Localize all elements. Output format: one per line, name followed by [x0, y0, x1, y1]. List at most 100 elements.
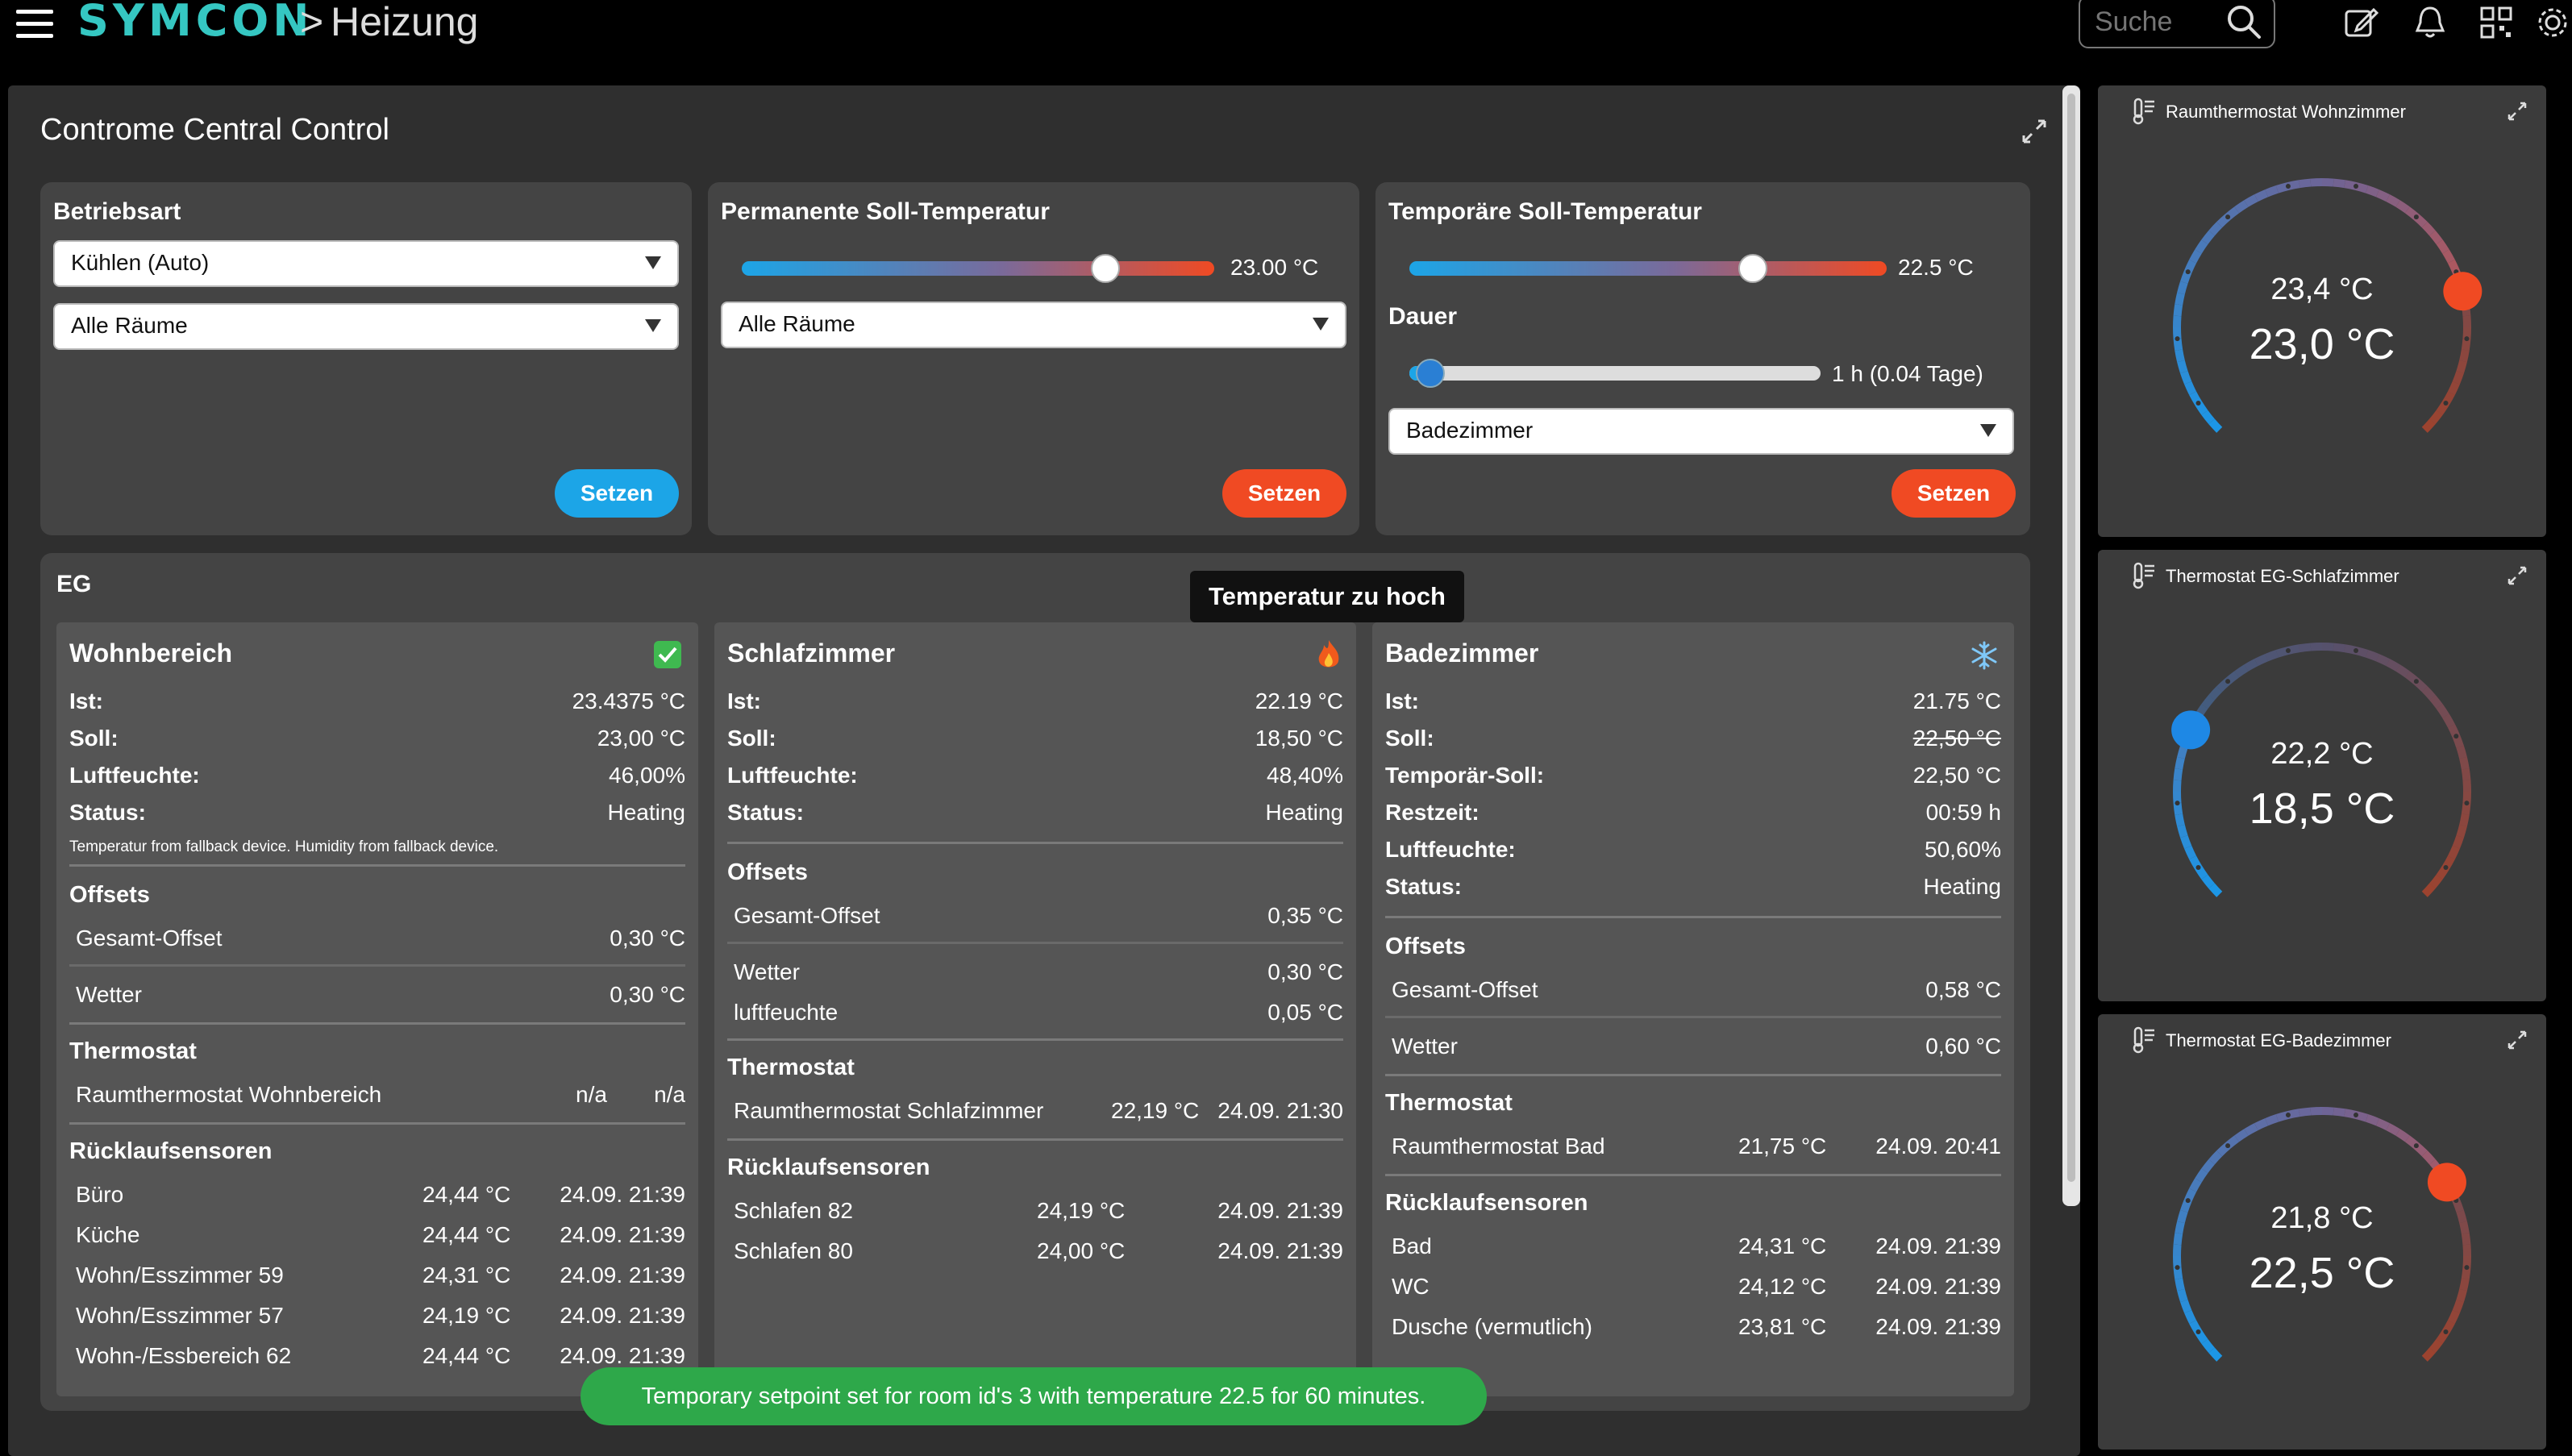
offset-label: Gesamt-Offset	[734, 903, 880, 928]
gauge-arc-segment	[2395, 200, 2410, 214]
room-card-wohnbereich: Wohnbereich Ist: 23.4375 °C Soll: 23,00 °C…	[56, 622, 698, 1396]
expand-icon[interactable]	[2021, 118, 2048, 145]
divider	[69, 1022, 685, 1025]
gauge-card-schlafzimmer: Thermostat EG-Schlafzimmer 22,2 °C 18,5 …	[2098, 550, 2546, 1001]
gauge-arc-segment	[2429, 230, 2443, 245]
edit-icon[interactable]	[2343, 5, 2378, 40]
duration-value: 1 h (0.04 Tage)	[1832, 361, 1983, 386]
thermostat-title: Thermostat	[1385, 1090, 1513, 1116]
gauge-arc-segment	[2436, 704, 2449, 718]
gear-icon[interactable]	[2535, 5, 2570, 40]
row-value: 00:59 h	[1925, 800, 2001, 825]
permanent-slider-handle[interactable]	[1091, 254, 1121, 283]
gauge-arc-segment	[2452, 371, 2464, 385]
toast-notification: Temporary setpoint set for room id's 3 w…	[581, 1367, 1487, 1425]
thermostat-title: Thermostat	[727, 1055, 855, 1080]
sensor-row: Büro 24,44 °C 24.09. 21:39	[76, 1182, 685, 1211]
search-box[interactable]	[2079, 0, 2275, 48]
permanent-set-button[interactable]: Setzen	[1222, 469, 1346, 518]
gauge-tick	[2225, 679, 2231, 684]
thermostat-time: n/a	[654, 1082, 685, 1107]
gauge-arc-segment	[2184, 1309, 2197, 1324]
gauge-arc-segment	[2189, 1178, 2202, 1192]
room-title: Wohnbereich	[69, 639, 233, 668]
scrollbar[interactable]	[2062, 85, 2080, 1206]
gauge-arc-segment	[2447, 845, 2460, 859]
gauge-arc-segment	[2265, 185, 2279, 198]
snowflake-icon	[1971, 641, 1997, 670]
gauge-tick	[2195, 1329, 2201, 1335]
divider	[69, 964, 685, 967]
row-status: Status: Heating	[69, 800, 685, 829]
permanent-room-select[interactable]: Alle Räume	[721, 302, 1346, 348]
gauge-tick	[2354, 1112, 2359, 1117]
scrollbar-thumb[interactable]	[2067, 94, 2075, 1182]
qr-code-icon[interactable]	[2478, 5, 2514, 40]
temporary-temperature-slider[interactable]	[1409, 261, 1887, 276]
gauge-tick	[2413, 1143, 2419, 1149]
sensor-time: 24.09. 21:39	[560, 1263, 685, 1288]
thermostat-temp: n/a	[576, 1082, 607, 1107]
app-logo[interactable]: SYMCON	[77, 0, 313, 46]
bell-icon[interactable]	[2412, 5, 2448, 40]
search-input[interactable]	[2095, 5, 2224, 39]
offset-row: Gesamt-Offset 0,35 °C	[734, 903, 1343, 932]
gauge-dial[interactable]	[2098, 85, 2546, 537]
gauge-arc-segment	[2184, 381, 2197, 395]
gauge-tick	[2413, 679, 2419, 684]
row-label: Soll:	[69, 726, 119, 751]
betriebsart-set-button[interactable]: Setzen	[555, 469, 679, 518]
temporary-slider-handle[interactable]	[1738, 254, 1768, 283]
offset-row: Gesamt-Offset 0,30 °C	[76, 926, 685, 955]
gauge-card-wohnzimmer: Raumthermostat Wohnzimmer 23,4 °C 23,0 °…	[2098, 85, 2546, 537]
gauge-arc-segment	[2244, 1123, 2258, 1136]
gauge-arc-segment	[2366, 650, 2379, 662]
betriebsart-room-select[interactable]: Alle Räume	[53, 303, 679, 350]
offset-label: Wetter	[1392, 1034, 1458, 1059]
gauge-arc-segment	[2429, 874, 2443, 889]
duration-slider-handle[interactable]	[1415, 359, 1445, 388]
gauge-arc-segment	[2333, 643, 2345, 653]
row-status: Status: Heating	[1385, 874, 2001, 903]
offset-row: Wetter 0,60 °C	[1392, 1034, 2001, 1063]
row-value: 18,50 °C	[1255, 726, 1343, 751]
row-restzeit: Restzeit: 00:59 h	[1385, 800, 2001, 829]
gauge-arc-segment	[2208, 418, 2223, 433]
row-label: Luftfeuchte:	[727, 763, 858, 788]
gauge-arc-segment	[2180, 1300, 2192, 1313]
permanent-temperature-slider[interactable]	[742, 261, 1214, 276]
gauge-arc-segment	[2201, 410, 2215, 425]
gauge-dial[interactable]	[2098, 550, 2546, 1001]
menu-icon[interactable]	[16, 8, 53, 40]
sensor-temp: 24,44 °C	[422, 1343, 511, 1368]
search-icon[interactable]	[2224, 2, 2264, 42]
row-soll: Soll: 22,50 °C	[1385, 726, 2001, 755]
row-ist: Ist: 22.19 °C	[727, 688, 1343, 718]
gauge-arc-segment	[2254, 189, 2269, 202]
thermostat-row: Raumthermostat Schlafzimmer 22,19 °C 24.…	[734, 1098, 1343, 1127]
gauge-arc-segment	[2244, 659, 2258, 672]
sensors-title: Rücklaufsensoren	[1385, 1190, 1588, 1216]
breadcrumb[interactable]: Heizung	[331, 0, 478, 45]
sensor-row: Bad 24,31 °C 24.09. 21:39	[1392, 1233, 2001, 1263]
gauge-arc-segment	[2442, 713, 2455, 728]
divider	[1385, 1174, 2001, 1176]
thermostat-temp: 22,19 °C	[1111, 1098, 1200, 1123]
duration-slider[interactable]	[1409, 366, 1821, 381]
page-title: Controme Central Control	[40, 113, 389, 147]
offset-value: 0,05 °C	[1267, 1000, 1343, 1025]
temporary-set-button[interactable]: Setzen	[1892, 469, 2016, 518]
row-luftfeuchte: Luftfeuchte: 46,00%	[69, 763, 685, 792]
sensor-temp: 24,12 °C	[1738, 1274, 1827, 1299]
gauge-tick	[2225, 214, 2231, 220]
check-mark-icon	[654, 641, 681, 668]
thermostat-title: Thermostat	[69, 1038, 197, 1064]
temporary-title: Temporäre Soll-Temperatur	[1388, 198, 1702, 225]
mode-select[interactable]: Kühlen (Auto)	[53, 240, 679, 287]
gauge-arc-segment	[2421, 222, 2436, 236]
gauge-arc-segment	[2452, 1300, 2464, 1313]
sensor-row: Dusche (vermutlich) 23,81 °C 24.09. 21:39	[1392, 1314, 2001, 1343]
gauge-handle[interactable]	[2427, 1163, 2466, 1202]
divider	[727, 842, 1343, 844]
temporary-room-select[interactable]: Badezimmer	[1388, 408, 2014, 455]
